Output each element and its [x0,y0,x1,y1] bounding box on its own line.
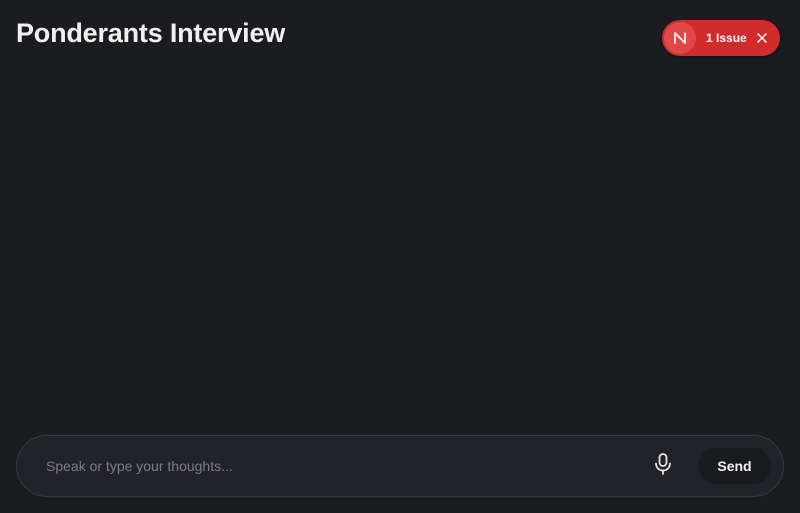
microphone-button[interactable] [646,449,680,483]
send-button[interactable]: Send [698,448,771,484]
issues-count-label: 1 Issue [706,31,747,45]
microphone-icon [654,452,672,480]
page-title: Ponderants Interview [16,18,286,48]
close-icon[interactable] [756,32,768,44]
app-root: Ponderants Interview 1 Issue Send [0,0,800,513]
message-input[interactable] [46,446,646,486]
next-logo-icon [664,22,696,54]
message-composer: Send [16,435,784,497]
issues-badge-button[interactable]: 1 Issue [662,20,780,56]
